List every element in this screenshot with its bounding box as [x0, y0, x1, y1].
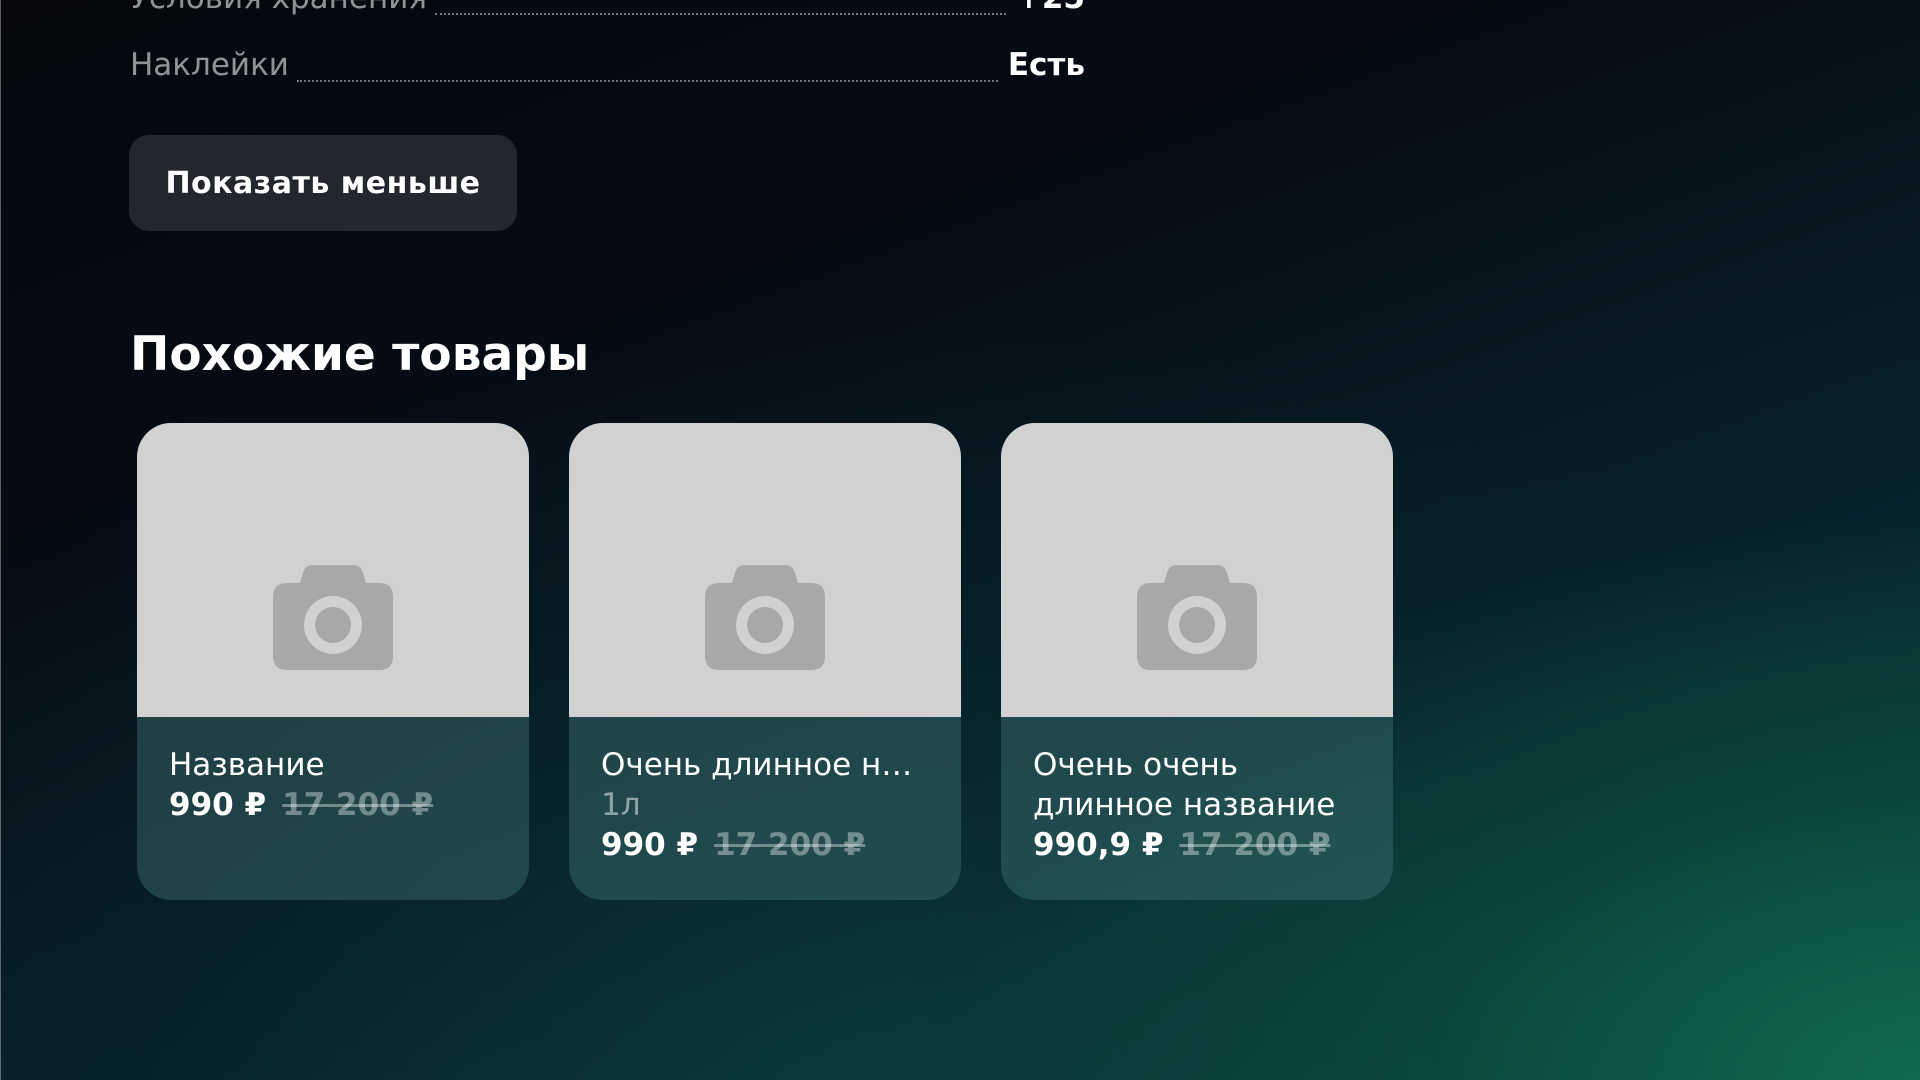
- product-old-price: 17 200 ₽: [1179, 827, 1331, 863]
- spec-row-stickers: Наклейки Есть: [130, 45, 1085, 85]
- product-volume: 1л: [601, 787, 641, 823]
- product-old-price: 17 200 ₽: [282, 787, 434, 823]
- spec-value: Есть: [1007, 47, 1085, 83]
- camera-icon: [1137, 565, 1257, 670]
- product-price: 990,9 ₽: [1033, 827, 1164, 863]
- product-prices: 990 ₽ 17 200 ₽: [169, 785, 497, 825]
- product-prices: 990,9 ₽ 17 200 ₽: [1033, 825, 1361, 865]
- spec-label: Наклейки: [130, 47, 289, 83]
- product-name: Очень очень длинное название: [1033, 747, 1336, 823]
- product-old-price: 17 200 ₽: [714, 827, 866, 863]
- product-card[interactable]: Очень очень длинное название 990,9 ₽ 17 …: [1001, 423, 1393, 900]
- product-name: Название: [169, 747, 325, 783]
- spec-leader-dots: [435, 12, 1006, 15]
- product-info: Очень очень длинное название 990,9 ₽ 17 …: [1001, 717, 1393, 865]
- spec-row-storage: Условия хранения +25: [130, 0, 1085, 18]
- product-image-placeholder: [1001, 423, 1393, 717]
- similar-products-title: Похожие товары: [130, 327, 590, 382]
- spec-leader-dots: [296, 79, 998, 82]
- product-card[interactable]: Название 990 ₽ 17 200 ₽: [137, 423, 529, 900]
- left-edge-divider: [0, 0, 1, 1080]
- product-info: Название 990 ₽ 17 200 ₽: [137, 717, 529, 825]
- spec-label: Условия хранения: [130, 0, 427, 18]
- camera-icon: [705, 565, 825, 670]
- product-prices: 990 ₽ 17 200 ₽: [601, 825, 929, 865]
- product-card[interactable]: Очень длинное название 1л 990 ₽ 17 200 ₽: [569, 423, 961, 900]
- product-name: Очень длинное название: [601, 747, 929, 783]
- product-info: Очень длинное название 1л 990 ₽ 17 200 ₽: [569, 717, 961, 865]
- product-price: 990 ₽: [169, 787, 267, 823]
- product-image-placeholder: [569, 423, 961, 717]
- product-price: 990 ₽: [601, 827, 699, 863]
- camera-icon: [273, 565, 393, 670]
- show-less-button[interactable]: Показать меньше: [129, 135, 517, 231]
- product-image-placeholder: [137, 423, 529, 717]
- spec-value: +25: [1016, 0, 1085, 18]
